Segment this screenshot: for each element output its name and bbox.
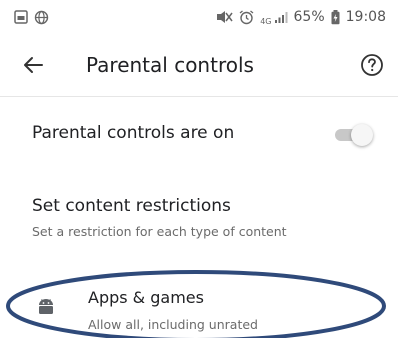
clock-time: 19:08 [345,9,386,25]
content-restrictions-row[interactable]: Set content restrictions Set a restricti… [0,188,398,246]
apps-games-title: Apps & games [88,288,204,307]
globe-notification-icon [34,10,49,25]
status-left-icons [14,10,49,25]
switch-thumb [351,124,373,146]
battery-percentage: 65% [293,9,325,25]
battery-charging-icon [331,9,340,25]
toolbar-divider [0,96,398,97]
apps-games-subtitle: Allow all, including unrated [88,317,258,332]
mute-icon [215,10,233,24]
status-right-icons: 4G 65% 19:08 [215,8,386,26]
alarm-icon [239,9,254,25]
page-title: Parental controls [86,53,254,77]
help-button[interactable] [360,53,384,77]
parental-controls-switch[interactable] [335,124,373,146]
network-type-label: 4G [260,17,272,26]
toggle-label: Parental controls are on [32,123,235,143]
content-restrictions-title: Set content restrictions [32,196,231,216]
help-icon [361,54,383,76]
content-restrictions-subtitle: Set a restriction for each type of conte… [32,224,287,239]
status-bar: 4G 65% 19:08 [0,0,398,34]
back-button[interactable] [20,52,46,78]
apps-games-row[interactable]: Apps & games Allow all, including unrate… [0,280,398,338]
parental-controls-toggle-row[interactable]: Parental controls are on [0,108,398,160]
signal-strength-icon [274,10,288,24]
arrow-back-icon [24,57,43,73]
android-icon [39,299,53,314]
toolbar: Parental controls [0,34,398,96]
gallery-notification-icon [14,10,28,24]
